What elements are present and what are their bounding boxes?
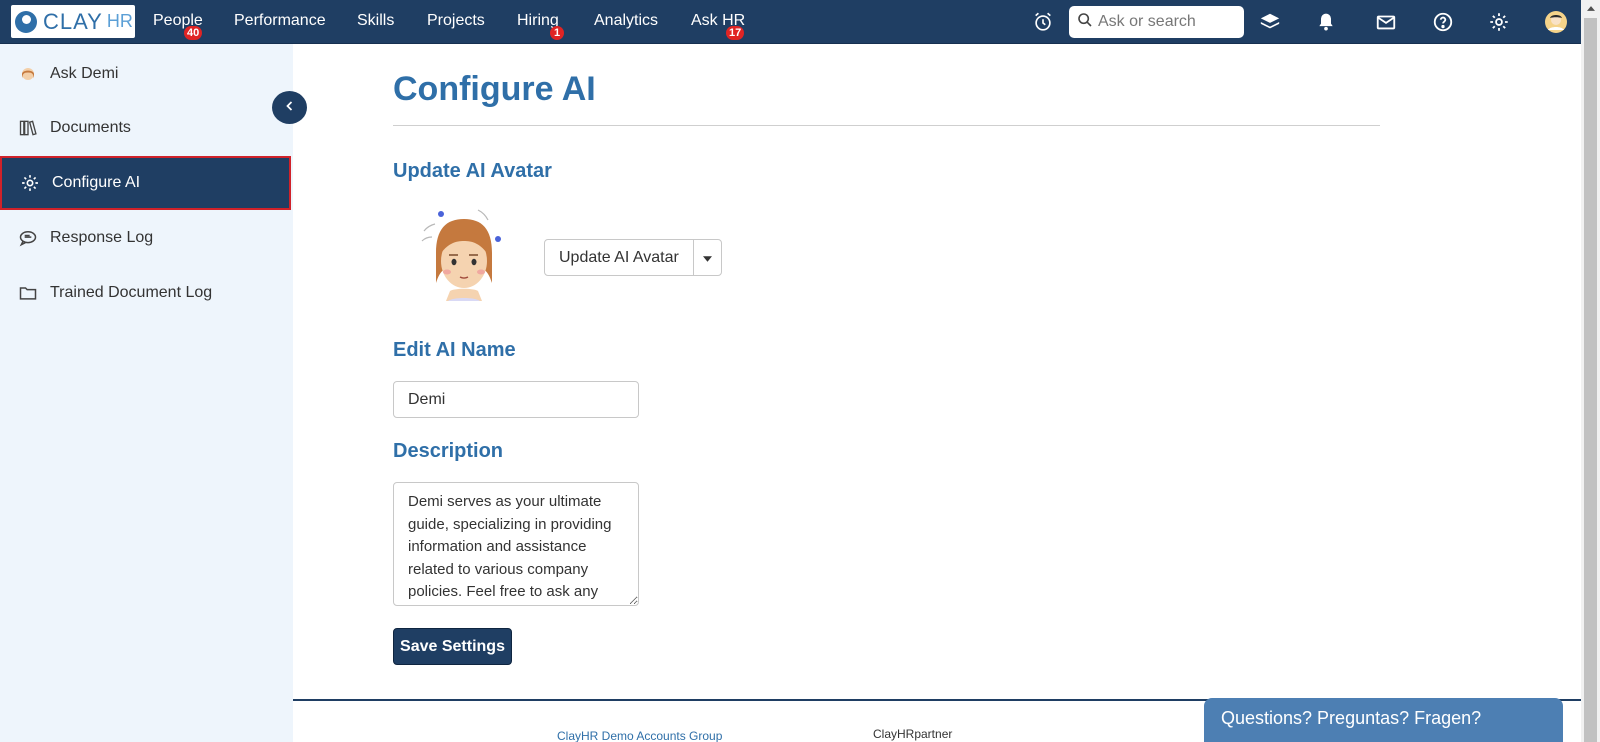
description-textarea[interactable]: Demi serves as your ultimate guide, spec… (393, 482, 639, 606)
gear-icon (20, 173, 40, 193)
page-scrollbar[interactable] (1581, 0, 1600, 742)
logo-suffix: HR (106, 11, 133, 31)
update-avatar-dropdown-toggle[interactable] (694, 240, 721, 275)
alarm-clock-icon[interactable] (1031, 10, 1055, 34)
sidebar-item-trained-document-log[interactable]: Trained Document Log (0, 266, 291, 320)
save-settings-button[interactable]: Save Settings (393, 628, 512, 665)
update-avatar-button[interactable]: Update AI Avatar (545, 240, 694, 275)
search-input[interactable] (1098, 13, 1238, 31)
scrollbar-thumb[interactable] (1584, 18, 1597, 742)
chat-bubble-icon (18, 228, 38, 248)
nav-performance[interactable]: Performance (234, 12, 326, 30)
update-avatar-heading: Update AI Avatar (393, 160, 552, 182)
mail-icon[interactable] (1374, 10, 1398, 34)
description-heading: Description (393, 440, 504, 462)
edit-ai-name-heading: Edit AI Name (393, 339, 516, 361)
clayhr-logo-mark-icon (15, 10, 37, 33)
footer-demo-accounts-link[interactable]: ClayHR Demo Accounts Group (557, 729, 722, 742)
nav-analytics-label: Analytics (594, 12, 659, 29)
nav-skills[interactable]: Skills (357, 12, 394, 30)
people-count-badge: 40 (184, 26, 203, 40)
logo-text: CLAY (43, 8, 103, 34)
scroll-up-arrow-icon[interactable] (1581, 0, 1600, 17)
sidebar-item-label: Trained Document Log (50, 284, 213, 301)
sidebar-item-response-log[interactable]: Response Log (0, 211, 291, 265)
nav-projects-label: Projects (427, 12, 485, 29)
ai-avatar-image (420, 205, 510, 309)
collapse-sidebar-button[interactable] (272, 91, 307, 124)
books-icon (18, 118, 38, 138)
ask-hr-count-badge: 17 (726, 26, 745, 40)
hiring-count-badge: 1 (550, 26, 564, 40)
chevron-left-icon (284, 99, 296, 117)
folder-icon (18, 283, 38, 303)
sidebar-item-label: Response Log (50, 229, 154, 246)
sidebar-item-configure-ai[interactable]: Configure AI (0, 156, 291, 210)
support-chat-widget[interactable]: Questions? Preguntas? Fragen? (1204, 698, 1563, 742)
update-avatar-button-group: Update AI Avatar (544, 239, 722, 276)
nav-ask-hr[interactable]: Ask HR 17 (691, 12, 745, 40)
layers-icon[interactable] (1258, 10, 1282, 34)
sidebar: Ask Demi Documents Configure AI Response… (0, 44, 293, 742)
ai-name-input[interactable] (393, 381, 639, 418)
sidebar-item-ask-demi[interactable]: Ask Demi (0, 47, 291, 101)
search-box[interactable] (1069, 6, 1244, 38)
nav-performance-label: Performance (234, 12, 326, 29)
nav-analytics[interactable]: Analytics (594, 12, 658, 30)
top-navbar: CLAY HR People 40 Performance Skills Pro… (0, 0, 1581, 44)
help-icon[interactable] (1431, 10, 1455, 34)
page-title: Configure AI (393, 70, 596, 108)
sidebar-item-label: Configure AI (52, 174, 141, 191)
sidebar-item-documents[interactable]: Documents (0, 101, 291, 155)
clayhr-logo[interactable]: CLAY HR (11, 5, 135, 38)
title-divider (393, 125, 1380, 126)
demi-avatar-icon (18, 64, 38, 84)
user-avatar-icon[interactable] (1544, 10, 1568, 34)
footer-partner-text: ClayHRpartner (873, 727, 953, 741)
nav-projects[interactable]: Projects (427, 12, 485, 30)
nav-hiring[interactable]: Hiring 1 (517, 12, 564, 40)
nav-people[interactable]: People 40 (153, 12, 203, 40)
sidebar-item-label: Ask Demi (50, 65, 119, 82)
caret-down-icon (702, 249, 712, 267)
sidebar-item-label: Documents (50, 119, 131, 136)
gear-icon[interactable] (1487, 10, 1511, 34)
nav-skills-label: Skills (357, 12, 395, 29)
bell-icon[interactable] (1314, 10, 1338, 34)
search-icon (1077, 12, 1093, 33)
